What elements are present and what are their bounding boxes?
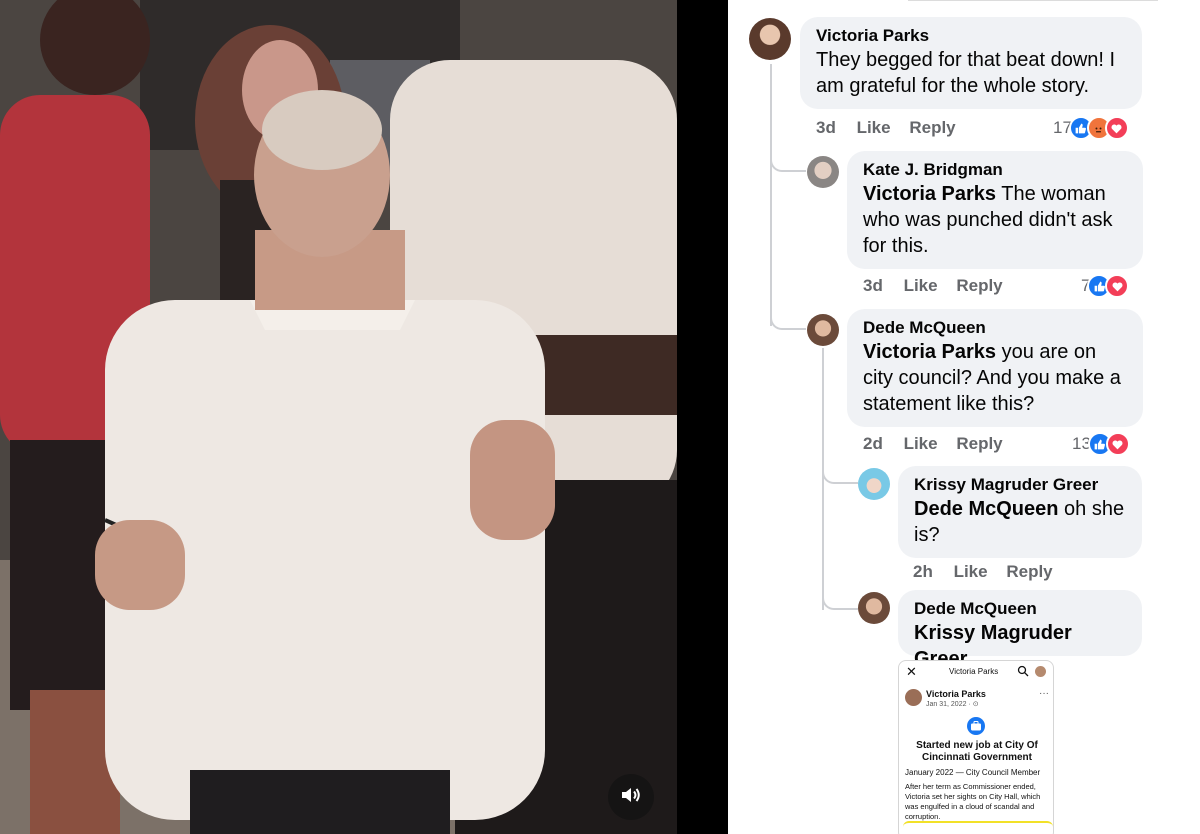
reply-button[interactable]: Reply: [956, 276, 1002, 295]
comment-text: Victoria Parks The woman who was punched…: [863, 181, 1129, 259]
avatar[interactable]: [858, 592, 890, 624]
comment-time[interactable]: 3d: [816, 118, 836, 137]
comment-author[interactable]: Victoria Parks: [816, 25, 1128, 47]
mention-link[interactable]: Victoria Parks: [863, 183, 996, 205]
thread-elbow: [822, 460, 858, 484]
thread-elbow: [770, 306, 806, 330]
love-icon: [1104, 116, 1129, 140]
post-date: Jan 31, 2022 · ⊙: [926, 701, 979, 708]
avatar: [1035, 666, 1046, 677]
reply-button[interactable]: Reply: [956, 434, 1002, 453]
comment-bubble: Dede McQueen Victoria Parks you are on c…: [847, 309, 1143, 427]
avatar[interactable]: [858, 468, 890, 500]
job-subline: January 2022 — City Council Member: [905, 768, 1041, 777]
like-button[interactable]: Like: [857, 118, 891, 137]
attached-screenshot[interactable]: ✕ Victoria Parks Victoria Parks Jan 31, …: [898, 660, 1054, 834]
like-button[interactable]: Like: [904, 276, 938, 295]
avatar[interactable]: [807, 314, 839, 346]
comment-author[interactable]: Dede McQueen: [863, 317, 1129, 339]
job-headline: Started new job at City Of Cincinnati Go…: [916, 740, 1038, 763]
screenshot-title: Victoria Parks: [949, 667, 999, 676]
speaker-volume-icon: [619, 783, 643, 812]
comment-time[interactable]: 3d: [863, 276, 883, 295]
comment-author[interactable]: Kate J. Bridgman: [863, 159, 1129, 181]
video-player[interactable]: [0, 0, 677, 834]
comment-thread: Victoria Parks They begged for that beat…: [728, 0, 1200, 834]
search-icon: [1017, 664, 1029, 682]
volume-button[interactable]: [608, 774, 654, 820]
comment-text: They begged for that beat down! I am gra…: [816, 49, 1116, 97]
love-icon: [1105, 274, 1130, 298]
post-body: After her term as Commissioner ended, Vi…: [905, 782, 1041, 821]
comment-actions: 3d Like Reply: [863, 276, 1017, 296]
comment-bubble: Kate J. Bridgman Victoria Parks The woma…: [847, 151, 1143, 269]
avatar[interactable]: [807, 156, 839, 188]
thread-elbow: [770, 150, 806, 172]
comment-actions: 2h Like Reply: [913, 562, 1067, 582]
love-icon: [1105, 432, 1130, 456]
comment-actions: 3d Like Reply: [816, 118, 970, 138]
comment-time[interactable]: 2d: [863, 434, 883, 453]
top-divider: [908, 0, 1158, 1]
comment-text: Dede McQueen oh she is?: [914, 496, 1128, 548]
comment-bubble: Victoria Parks They begged for that beat…: [800, 17, 1142, 109]
comment-text: Victoria Parks you are on city council? …: [863, 339, 1129, 417]
briefcase-icon: [967, 717, 985, 735]
reaction-summary[interactable]: 17: [1053, 116, 1129, 140]
divider-strip: [677, 0, 728, 834]
close-icon: ✕: [906, 664, 917, 679]
avatar[interactable]: [749, 18, 791, 60]
comment-author[interactable]: Krissy Magruder Greer: [914, 474, 1128, 496]
comment-actions: 2d Like Reply: [863, 434, 1017, 454]
mention-link[interactable]: Dede McQueen: [914, 498, 1058, 520]
highlight-mark: [903, 821, 1053, 833]
reaction-summary[interactable]: 13: [1072, 432, 1130, 456]
mention-link[interactable]: Victoria Parks: [863, 341, 996, 363]
like-button[interactable]: Like: [904, 434, 938, 453]
video-frame: [0, 0, 677, 834]
reaction-summary[interactable]: 7: [1081, 274, 1130, 298]
comment-bubble: Krissy Magruder Greer Dede McQueen oh sh…: [898, 466, 1142, 558]
reply-button[interactable]: Reply: [1006, 562, 1052, 581]
reply-button[interactable]: Reply: [909, 118, 955, 137]
comment-bubble: Dede McQueen Krissy Magruder Greer: [898, 590, 1142, 670]
more-icon: ···: [1039, 688, 1049, 699]
comment-time[interactable]: 2h: [913, 562, 933, 581]
comment-author[interactable]: Dede McQueen: [914, 598, 1128, 620]
thread-elbow: [822, 586, 858, 610]
thread-line: [770, 64, 772, 326]
avatar: [905, 689, 922, 706]
like-button[interactable]: Like: [954, 562, 988, 581]
post-author: Victoria Parks: [926, 689, 986, 699]
